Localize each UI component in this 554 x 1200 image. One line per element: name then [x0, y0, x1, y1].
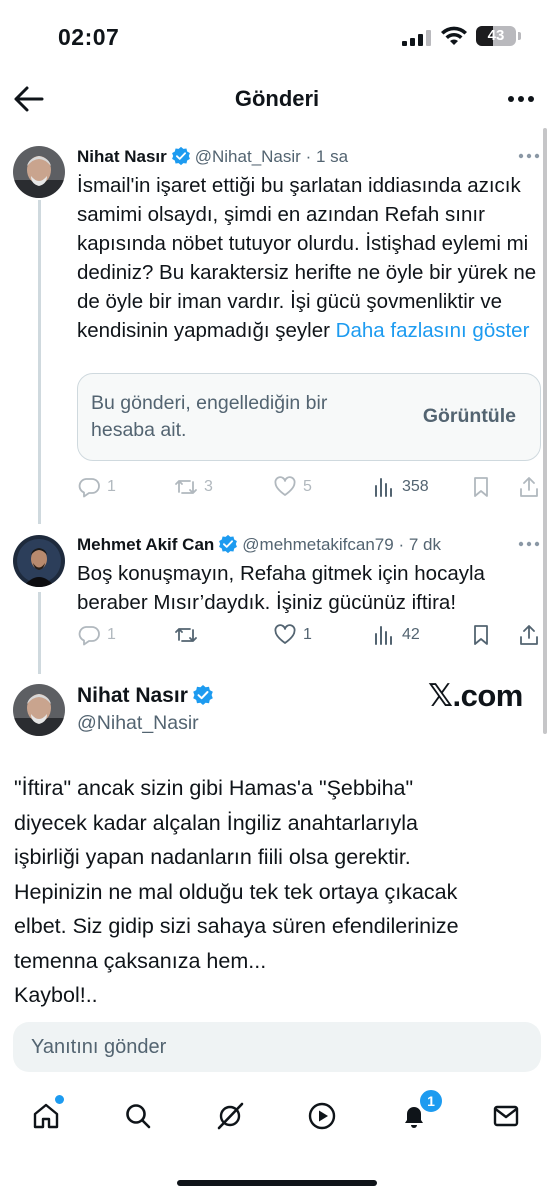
reply-input[interactable]: [13, 1022, 541, 1072]
tweet-more-icon[interactable]: [517, 540, 541, 548]
page-title: Gönderi: [234, 86, 320, 111]
share-icon: [520, 477, 538, 497]
tweet-header: Mehmet Akif Can @mehmetakifcan79 · 7 dk: [77, 534, 441, 555]
video-icon: [308, 1102, 336, 1130]
home-indicator: [177, 1180, 377, 1186]
views-icon: [375, 626, 392, 645]
like-button[interactable]: 1: [273, 620, 312, 650]
more-options-icon[interactable]: [506, 86, 536, 112]
scrollbar[interactable]: [543, 128, 547, 734]
blocked-message: Bu gönderi, engellediğin bir hesaba ait.: [91, 392, 328, 441]
battery-cap: [518, 32, 521, 40]
tweet-actions: 1 1 42: [77, 620, 543, 650]
avatar[interactable]: [13, 535, 65, 587]
share-icon: [520, 625, 538, 645]
verified-badge-icon: [193, 685, 213, 705]
author-name[interactable]: Mehmet Akif Can: [77, 535, 214, 554]
tab-search[interactable]: [118, 1096, 158, 1136]
reply-count: 1: [107, 626, 116, 643]
x-logo-watermark: 𝕏.com: [428, 678, 523, 713]
home-new-indicator: [55, 1095, 64, 1104]
bookmark-icon: [474, 625, 488, 645]
tweet-more-icon[interactable]: [517, 152, 541, 160]
bottom-tab-bar: 1: [0, 1088, 554, 1148]
text-line: diyecek kadar alçalan İngiliz anahtarlar…: [14, 810, 418, 835]
thread-connector-line: [38, 200, 41, 524]
tab-notifications[interactable]: 1: [394, 1088, 444, 1136]
view-count: 42: [402, 626, 420, 643]
heart-icon: [274, 624, 296, 644]
text-line: elbet. Siz gidip sizi sahaya süren efend…: [14, 914, 459, 938]
battery-icon: 43: [476, 26, 516, 46]
mail-icon: [493, 1105, 519, 1127]
quoted-tweet-text: "İftira" ancak sizin gibi Hamas'a "Şebbi…: [14, 771, 544, 1013]
tweet-time: · 7 dk: [398, 535, 441, 554]
wifi-icon: [441, 26, 467, 45]
home-icon: [33, 1103, 59, 1129]
author-handle[interactable]: @Nihat_Nasir: [77, 712, 199, 735]
tweet-body: İsmail'in işaret ettiği bu şarlatan iddi…: [77, 174, 537, 342]
top-navigation-bar: Gönderi: [0, 72, 554, 128]
avatar[interactable]: [13, 146, 65, 198]
text-line: "İftira" ancak sizin gibi Hamas'a "Şebbi…: [14, 776, 414, 800]
blocked-quote-card: Bu gönderi, engellediğin bir hesaba ait.…: [77, 373, 541, 461]
battery-percentage: 43: [487, 27, 505, 44]
text-line: Kaybol!..: [14, 983, 98, 1007]
tab-video[interactable]: [302, 1096, 342, 1136]
author-handle[interactable]: @Nihat_Nasir: [195, 147, 301, 166]
bookmark-button[interactable]: [469, 472, 493, 502]
tweet-text: İsmail'in işaret ettiği bu şarlatan iddi…: [77, 171, 543, 345]
quoted-author: Nihat Nasır: [77, 684, 218, 708]
notifications-badge: 1: [418, 1088, 444, 1114]
tweet-text: Boş konuşmayın, Refaha gitmek için hocay…: [77, 562, 485, 614]
show-more-link[interactable]: Daha fazlasını göster: [336, 319, 530, 342]
text-line: temenna çaksanıza hem...: [14, 948, 267, 973]
bookmark-button[interactable]: [469, 620, 493, 650]
view-button[interactable]: Görüntüle: [423, 405, 516, 428]
tab-grok[interactable]: [210, 1096, 250, 1136]
repost-icon: [175, 628, 197, 642]
share-button[interactable]: [517, 620, 541, 650]
avatar[interactable]: [13, 684, 65, 736]
views-button[interactable]: 42: [372, 620, 420, 650]
author-name[interactable]: Nihat Nasır: [77, 147, 167, 166]
status-time: 02:07: [58, 24, 120, 50]
verified-badge-icon: [219, 534, 238, 554]
tab-messages[interactable]: [486, 1096, 526, 1136]
tweet-actions-share: [77, 472, 543, 502]
author-name[interactable]: Nihat Nasır: [77, 684, 188, 707]
avatar-photo: [13, 684, 65, 736]
search-icon: [126, 1104, 151, 1129]
text-line: işbirliği yapan nadanların fiili olsa ge…: [14, 845, 411, 869]
bookmark-icon: [474, 477, 488, 497]
text-line: Hepinizin ne mal olduğu tek tek ortaya ç…: [14, 879, 458, 904]
author-handle[interactable]: @mehmetakifcan79: [242, 535, 393, 554]
repost-button[interactable]: [174, 620, 198, 650]
tweet-time: · 1 sa: [305, 147, 349, 166]
grok-icon: [217, 1102, 244, 1130]
reply-composer: [13, 1022, 541, 1072]
tweet-header: Nihat Nasır @Nihat_Nasir · 1 sa: [77, 146, 348, 167]
avatar-photo: [13, 535, 65, 587]
reply-button[interactable]: 1: [77, 620, 116, 650]
reply-icon: [78, 626, 100, 646]
tab-home[interactable]: [26, 1095, 66, 1136]
thread-connector-line: [38, 592, 41, 674]
share-button[interactable]: [517, 472, 541, 502]
verified-badge-icon: [171, 146, 190, 166]
cellular-signal-icon: [402, 30, 431, 46]
like-count: 1: [303, 626, 312, 643]
status-bar: 02:07 43: [0, 0, 554, 72]
avatar-photo: [13, 146, 65, 198]
